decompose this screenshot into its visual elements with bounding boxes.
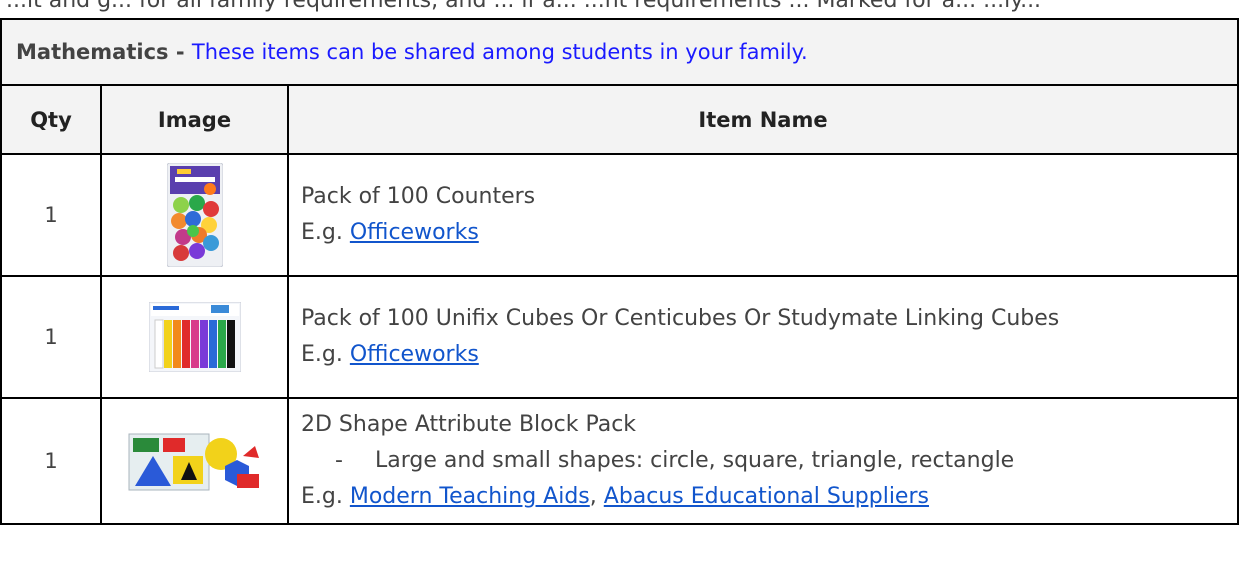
attribute-blocks-image xyxy=(128,433,259,491)
bullet-dash: - xyxy=(335,448,343,473)
section-header-row: Mathematics - These items can be shared … xyxy=(0,18,1240,86)
section-note: These items can be shared among students… xyxy=(191,40,808,64)
section-title: Mathematics xyxy=(16,40,169,64)
qty-cell: 1 xyxy=(0,397,102,525)
link-separator: , xyxy=(589,484,604,509)
item-name-cell: 2D Shape Attribute Block Pack - Large and… xyxy=(286,397,1240,525)
qty-header: Qty xyxy=(0,84,102,155)
cropped-previous-text: ...lt and g... for all family requiremen… xyxy=(0,0,1247,18)
example-prefix: E.g. xyxy=(301,342,350,367)
item-name-cell: Pack of 100 Counters E.g. Officeworks xyxy=(286,153,1240,277)
officeworks-link[interactable]: Officeworks xyxy=(350,342,479,367)
cropped-text: ...lt and g... for all family requiremen… xyxy=(6,0,1042,13)
item-name: Pack of 100 Counters xyxy=(301,184,536,209)
counters-pack-image xyxy=(166,163,223,267)
example-prefix: E.g. xyxy=(301,220,350,245)
example-line: E.g. Officeworks xyxy=(301,215,1237,251)
example-line: E.g. Officeworks xyxy=(301,337,1237,373)
table-row: 1 2D Shape Attribute Block Pack - Large a… xyxy=(0,397,1240,525)
qty-cell: 1 xyxy=(0,153,102,277)
item-detail-bullet: - Large and small shapes: circle, square,… xyxy=(301,443,1237,479)
officeworks-link[interactable]: Officeworks xyxy=(350,220,479,245)
modern-teaching-aids-link[interactable]: Modern Teaching Aids xyxy=(350,484,590,509)
image-header: Image xyxy=(100,84,289,155)
example-line: E.g. Modern Teaching Aids, Abacus Educat… xyxy=(301,479,1237,515)
item-name: Pack of 100 Unifix Cubes Or Centicubes O… xyxy=(301,306,1060,331)
image-cell xyxy=(100,275,289,399)
image-cell xyxy=(100,397,289,525)
section-separator: - xyxy=(168,40,192,64)
table-row: 1 Pack of 100 Unifix Cubes Or Centicubes… xyxy=(0,275,1240,399)
linking-cubes-image xyxy=(148,302,241,372)
item-name: 2D Shape Attribute Block Pack xyxy=(301,412,637,437)
column-header-row: Qty Image Item Name xyxy=(0,84,1240,155)
supply-list-table: Mathematics - These items can be shared … xyxy=(0,18,1240,525)
example-prefix: E.g. xyxy=(301,484,350,509)
item-name-cell: Pack of 100 Unifix Cubes Or Centicubes O… xyxy=(286,275,1240,399)
table-row: 1 Pack of 100 Counters E.g. Officeworks xyxy=(0,153,1240,277)
image-cell xyxy=(100,153,289,277)
item-name-header: Item Name xyxy=(286,84,1240,155)
abacus-educational-suppliers-link[interactable]: Abacus Educational Suppliers xyxy=(604,484,929,509)
qty-cell: 1 xyxy=(0,275,102,399)
bullet-text: Large and small shapes: circle, square, … xyxy=(375,448,1015,473)
section-header-cell: Mathematics - These items can be shared … xyxy=(0,18,1240,86)
